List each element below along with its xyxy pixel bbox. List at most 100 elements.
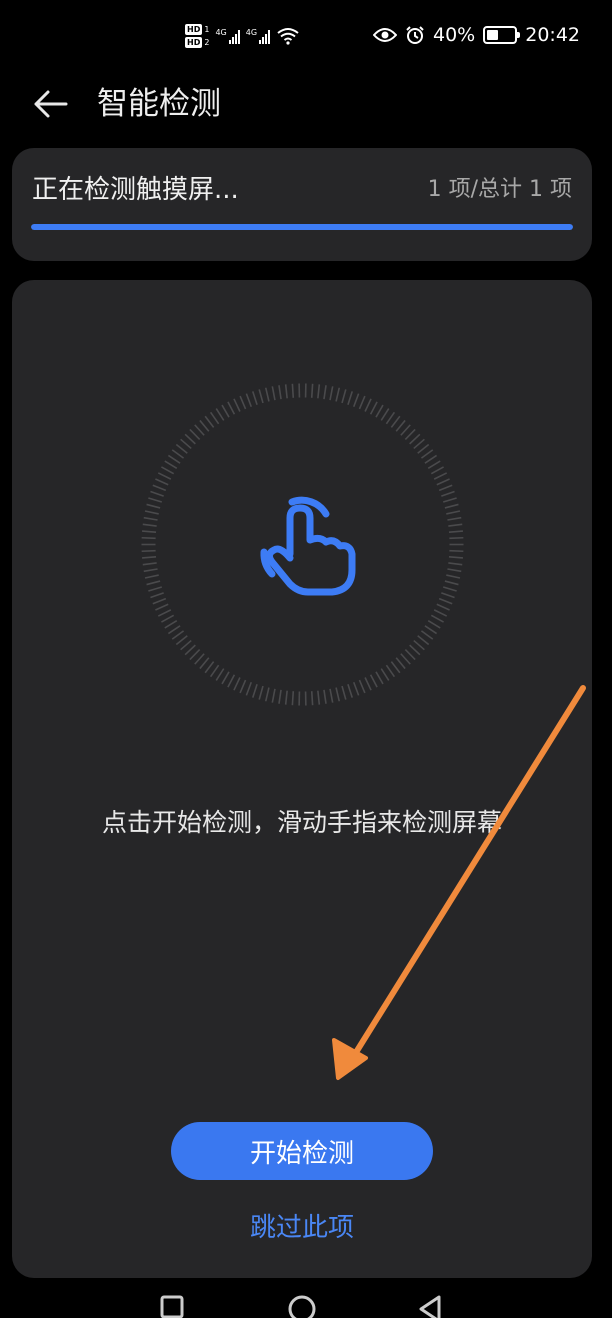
dial-tick (142, 562, 157, 566)
signal-icon-2: 4G (246, 28, 271, 44)
signal-icon: 4G (215, 28, 240, 44)
dial-tick (448, 530, 464, 533)
nav-back-button[interactable] (410, 1294, 450, 1318)
dial-tick (144, 574, 159, 579)
dial-tick (380, 668, 390, 681)
dial-tick (258, 389, 264, 404)
start-detection-button[interactable]: 开始检测 (171, 1122, 433, 1180)
dial-tick (251, 684, 258, 698)
dial-tick (161, 466, 175, 475)
page-title: 智能检测 (97, 86, 221, 122)
dial-tick (146, 580, 161, 586)
dial-tick (369, 401, 378, 415)
battery-fill (487, 30, 498, 40)
dial-tick (152, 484, 167, 492)
dial-tick (375, 404, 384, 418)
dial-tick (239, 679, 247, 694)
hd-badge-1: HD (185, 24, 203, 35)
dial-tick (164, 460, 178, 470)
dial-tick (442, 586, 457, 592)
dial-tick (194, 424, 205, 436)
dial-tick (441, 592, 455, 599)
touch-hand-icon (260, 496, 356, 596)
home-button[interactable] (282, 1294, 322, 1318)
dial-tick (171, 630, 185, 640)
dial-tick (152, 597, 167, 605)
dial-tick (390, 661, 401, 674)
dial-tick (278, 385, 282, 400)
dial-tick (155, 478, 169, 486)
dial-tick (395, 657, 406, 670)
dial-tick (444, 503, 459, 509)
dial-tick (430, 614, 444, 623)
dial-tick (258, 685, 264, 700)
dial-tick (142, 523, 157, 527)
back-button[interactable] (28, 84, 72, 124)
dial-tick (446, 510, 461, 515)
dial-tick (141, 549, 156, 553)
dial-tick (447, 568, 462, 573)
dial-tick (180, 639, 192, 651)
back-icon (419, 1295, 441, 1318)
dial-tick (189, 428, 201, 441)
dial-tick (180, 438, 192, 450)
dial-tick (400, 653, 411, 665)
dial-tick (164, 619, 178, 629)
app-header: 智能检测 (0, 70, 612, 140)
clock: 20:42 (525, 24, 580, 46)
system-nav-bar (0, 1284, 612, 1318)
wifi-icon (277, 28, 299, 45)
dial-tick (310, 383, 314, 398)
dial-tick (215, 408, 225, 421)
dial-tick (150, 490, 164, 497)
eye-icon (373, 28, 397, 42)
dial-tick (284, 384, 288, 399)
dial-tick (413, 639, 425, 651)
dial-tick (380, 408, 390, 421)
dial-tick (447, 516, 462, 521)
dial-tick (141, 536, 156, 540)
hd-num-2: 2 (204, 38, 210, 47)
dial-tick (427, 619, 441, 629)
dial-tick (204, 415, 215, 428)
dial-tick (358, 395, 366, 410)
dial-tick (390, 415, 401, 428)
progress-count: 1 项/总计 1 项 (427, 177, 572, 202)
dial-tick (400, 424, 411, 436)
dial-tick (352, 682, 360, 696)
hd-indicators: HD 1 HD 2 (185, 24, 209, 48)
dial-tick (150, 592, 164, 599)
dial-tick (409, 644, 421, 656)
skip-item-link[interactable]: 跳过此项 (12, 1208, 592, 1248)
dial-tick (347, 684, 354, 698)
dial-tick (175, 635, 188, 646)
dial-tick (148, 497, 163, 503)
alarm-icon (406, 26, 424, 44)
dial-tick (323, 385, 327, 400)
dial-tick (364, 398, 372, 412)
dial-tick (448, 556, 464, 559)
progress-bar (31, 224, 573, 230)
dial-ticks (141, 383, 464, 706)
dial-tick (155, 603, 169, 611)
dial-tick (385, 411, 396, 425)
dial-tick (417, 635, 430, 646)
dial-tick (157, 609, 172, 617)
dial-tick (436, 478, 450, 486)
dial-tick (227, 401, 236, 415)
dial-tick (341, 389, 347, 404)
detection-card: 点击开始检测，滑动手指来检测屏幕 开始检测 跳过此项 (12, 280, 592, 1278)
dial-tick (251, 391, 258, 405)
dial-tick (271, 386, 276, 401)
dial-tick (364, 677, 372, 691)
dial-tick (157, 472, 172, 480)
hd-num-1: 1 (204, 25, 210, 34)
dial-tick (141, 530, 157, 533)
dial-tick (335, 687, 341, 702)
recent-apps-button[interactable] (152, 1294, 192, 1318)
dial-tick (433, 609, 448, 617)
dial-tick (335, 387, 341, 402)
dial-tick (323, 689, 327, 704)
dial-tick (167, 454, 181, 464)
dial-tick (385, 664, 396, 678)
